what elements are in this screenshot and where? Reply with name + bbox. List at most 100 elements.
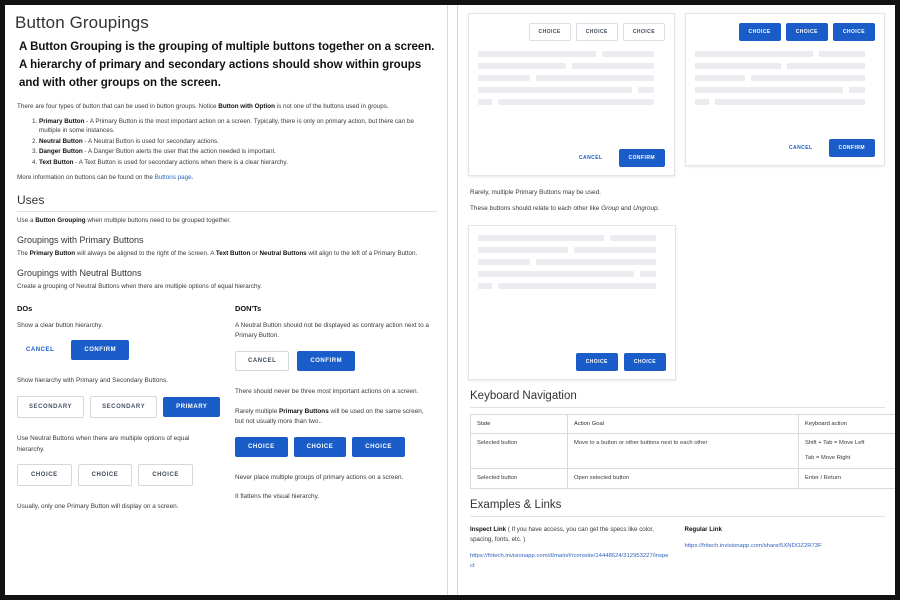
dos-button-row-1: CANCEL CONFIRM <box>17 340 213 361</box>
uses-text-before: Use a <box>17 216 36 224</box>
choice-button-2[interactable]: CHOICE <box>623 352 666 371</box>
inspect-link-label: Inspect Link ( If you have access, you c… <box>470 525 671 545</box>
skeleton-bar <box>478 282 492 289</box>
uses-bold-term: Button Grouping <box>35 216 86 224</box>
type-desc: - A Text Button is used for secondary ac… <box>73 158 288 166</box>
donts-text-5: It flattens the visual hierarchy. <box>235 493 320 501</box>
dos-donts-container: DOs Show a clear button hierarchy. CANCE… <box>13 304 439 522</box>
skeleton-bar <box>695 75 745 81</box>
primary-bold-1: Primary Button <box>29 249 76 257</box>
skeleton-bar <box>478 258 530 265</box>
choice-button-3[interactable]: CHOICE <box>832 23 875 41</box>
donts-heading: DON'Ts <box>235 303 262 313</box>
list-item: Text Button - A Text Button is used for … <box>39 158 437 167</box>
button-types-list: Primary Button - A Primary Button is the… <box>17 117 437 167</box>
donts-text-3a: Rarely multiple <box>235 407 280 415</box>
table-row: Selected button Move to a button or othe… <box>470 433 895 470</box>
inspect-link-bold: Inspect Link <box>470 526 507 534</box>
type-term: Text Button <box>39 158 74 166</box>
confirm-button[interactable]: CONFIRM <box>618 149 665 167</box>
skeleton-bar <box>478 63 566 69</box>
cell-keyboard-action: Enter / Return <box>798 468 895 490</box>
skeleton-bar <box>478 99 492 105</box>
intro-text-after: is not one of the buttons used in groups… <box>274 103 389 111</box>
note-2-text-b: and <box>618 205 634 213</box>
skeleton-bar <box>498 99 654 105</box>
donts-text-2: There should never be three most importa… <box>235 387 419 395</box>
left-article-panel: Button Groupings A Button Grouping is th… <box>5 5 448 595</box>
regular-link-column: Regular Link https://fritech.invisionapp… <box>685 525 886 571</box>
choice-button-1[interactable]: CHOICE <box>235 436 288 457</box>
choice-button-1[interactable]: CHOICE <box>528 23 571 41</box>
cancel-button[interactable]: CANCEL <box>779 139 823 157</box>
choice-button-2[interactable]: CHOICE <box>77 464 133 487</box>
intro-text-before: There are four types of button that can … <box>17 103 219 111</box>
choice-button-1[interactable]: CHOICE <box>17 464 72 487</box>
intro-paragraph: There are four types of button that can … <box>17 102 437 111</box>
cancel-button[interactable]: CANCEL <box>17 340 63 360</box>
choice-button-3[interactable]: CHOICE <box>138 464 193 487</box>
mockup-a-choice-row: CHOICE CHOICE CHOICE <box>478 23 665 41</box>
secondary-button-2[interactable]: SECONDARY <box>90 395 158 418</box>
note-2-text-a: These buttons should relate to each othe… <box>470 205 602 213</box>
note-2-text-c: . <box>657 205 660 213</box>
choice-button-2[interactable]: CHOICE <box>575 23 618 41</box>
right-examples-panel: CHOICE CHOICE CHOICE CANCEL CONFIRM CHOI… <box>457 5 895 595</box>
choice-button-1[interactable]: CHOICE <box>738 23 781 41</box>
more-info-period: . <box>191 174 194 182</box>
skeleton-bar <box>751 75 865 81</box>
mockup-card-primary-choices: CHOICE CHOICE CHOICE CANCEL CONFIRM <box>685 13 885 166</box>
cancel-button[interactable]: CANCEL <box>569 149 613 167</box>
more-info-text: More information on buttons can be found… <box>17 174 155 182</box>
choice-button-3[interactable]: CHOICE <box>352 436 405 457</box>
choice-button-2[interactable]: CHOICE <box>293 436 347 457</box>
choice-button-2[interactable]: CHOICE <box>785 23 828 41</box>
skeleton-bar <box>787 63 865 69</box>
confirm-button[interactable]: CONFIRM <box>828 139 875 157</box>
note-group-ungroup: These buttons should relate to each othe… <box>470 204 889 214</box>
choice-button-1[interactable]: CHOICE <box>575 352 618 371</box>
primary-bold-3: Neutral Buttons <box>259 249 307 257</box>
primary-text-2: will always be aligned to the right of t… <box>75 249 216 257</box>
secondary-button-1[interactable]: SECONDARY <box>17 395 85 418</box>
skeleton-bar <box>498 282 656 289</box>
primary-text-1: The <box>17 249 30 257</box>
donts-text-3: Rarely multiple Primary Buttons will be … <box>235 407 433 428</box>
note-2-italic-ungroup: Ungroup <box>633 205 658 213</box>
donts-button-row-2: CHOICE CHOICE CHOICE <box>235 436 433 457</box>
choice-button-3[interactable]: CHOICE <box>622 23 665 41</box>
inspect-link-url[interactable]: https://fritech.invisionapp.com/d/main/#… <box>470 552 671 571</box>
buttons-page-link[interactable]: Buttons page <box>155 174 192 181</box>
primary-groupings-paragraph: The Primary Button will always be aligne… <box>17 249 437 258</box>
cell-state: Selected button <box>470 468 568 490</box>
cancel-button[interactable]: CANCEL <box>235 350 290 371</box>
skeleton-bar <box>478 270 634 277</box>
dos-column: DOs Show a clear button hierarchy. CANCE… <box>17 304 227 522</box>
skeleton-bar <box>478 87 632 93</box>
dos-text-4: Usually, only one Primary Button will di… <box>17 503 179 511</box>
mockup-card-two-primary: CHOICE CHOICE <box>468 224 676 380</box>
regular-link-url[interactable]: https://fritech.invisionapp.com/share/5X… <box>685 542 886 551</box>
lede-paragraph: A Button Grouping is the grouping of mul… <box>19 41 435 89</box>
skeleton-bar <box>610 234 656 241</box>
confirm-button[interactable]: CONFIRM <box>71 340 130 361</box>
dos-heading: DOs <box>17 303 33 313</box>
skeleton-bar <box>695 51 813 57</box>
column-header-keyboard-action: Keyboard action <box>798 413 895 435</box>
intro-bold-term: Button with Option <box>218 103 275 111</box>
mockup-b-choice-row: CHOICE CHOICE CHOICE <box>695 23 875 41</box>
table-header-row: State Action Goal Keyboard action <box>470 413 895 435</box>
skeleton-content <box>478 51 665 111</box>
note-multiple-primary: Rarely, multiple Primary Buttons may be … <box>470 189 601 196</box>
skeleton-bar <box>536 258 656 265</box>
table-row: Selected button Open selected button Ent… <box>470 468 895 490</box>
neutral-groupings-paragraph: Create a grouping of Neutral Buttons whe… <box>17 283 262 291</box>
donts-column: DON'Ts A Neutral Button should not be di… <box>227 304 437 522</box>
skeleton-bar <box>478 234 604 241</box>
primary-button[interactable]: PRIMARY <box>163 396 221 417</box>
page-title: Button Groupings <box>15 13 149 32</box>
skeleton-bar <box>574 246 656 253</box>
skeleton-bar <box>849 87 865 93</box>
primary-bold-2: Text Button <box>215 249 251 257</box>
confirm-button[interactable]: CONFIRM <box>297 350 356 371</box>
